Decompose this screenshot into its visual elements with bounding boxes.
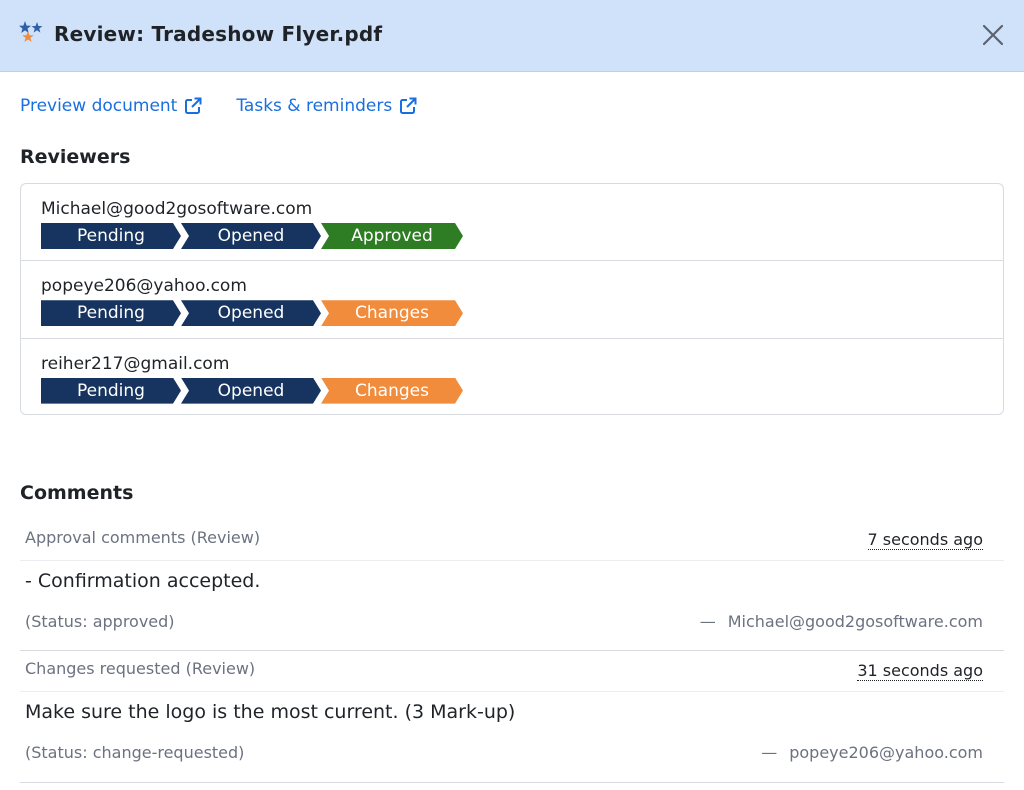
step-opened: Opened <box>181 223 321 249</box>
author-dash: — <box>761 743 778 762</box>
step-changes: Changes <box>321 300 463 327</box>
preview-document-link[interactable]: Preview document <box>20 94 202 118</box>
tasks-reminders-link[interactable]: Tasks & reminders <box>236 94 417 118</box>
reviewer-row: popeye206@yahoo.com Pending Opened Chang… <box>21 261 1003 339</box>
stars-icon <box>19 21 43 42</box>
comment-author: — popeye206@yahoo.com <box>761 743 983 762</box>
review-progress: Pending Opened Changes <box>41 377 1003 404</box>
author-dash: — <box>699 612 716 631</box>
comment-divider <box>20 560 1004 561</box>
review-progress: Pending Opened Changes <box>41 300 1003 327</box>
comment-timestamp[interactable]: 31 seconds ago <box>857 662 983 681</box>
comment-item: Changes requested (Review) 31 seconds ag… <box>20 651 1004 783</box>
comment-divider <box>20 691 1004 692</box>
reviewers-list: Michael@good2gosoftware.com Pending Open… <box>20 183 1004 415</box>
external-link-icon <box>400 97 417 114</box>
step-approved: Approved <box>321 223 463 249</box>
comment-item: Approval comments (Review) 7 seconds ago… <box>20 520 1004 651</box>
reviewer-email: popeye206@yahoo.com <box>41 276 247 297</box>
review-progress: Pending Opened Approved <box>41 223 1003 249</box>
step-pending: Pending <box>41 300 181 327</box>
author-email: popeye206@yahoo.com <box>789 743 983 762</box>
dialog-title: Review: Tradeshow Flyer.pdf <box>54 22 383 46</box>
step-pending: Pending <box>41 223 181 249</box>
tasks-reminders-label: Tasks & reminders <box>236 96 393 116</box>
close-button[interactable] <box>976 18 1010 52</box>
reviewer-email: reiher217@gmail.com <box>41 353 230 374</box>
step-changes: Changes <box>321 377 463 404</box>
comment-heading: Approval comments (Review) <box>25 528 261 547</box>
comment-author: — Michael@good2gosoftware.com <box>700 612 983 631</box>
comment-heading: Changes requested (Review) <box>25 659 256 678</box>
step-opened: Opened <box>181 377 321 404</box>
step-opened: Opened <box>181 300 321 327</box>
comment-status: (Status: approved) <box>25 612 175 631</box>
reviewer-email: Michael@good2gosoftware.com <box>41 199 313 219</box>
step-pending: Pending <box>41 377 181 404</box>
comment-body: Make sure the logo is the most current. … <box>25 701 516 723</box>
action-links: Preview document Tasks & reminders <box>20 94 417 118</box>
external-link-icon <box>185 97 202 114</box>
preview-document-label: Preview document <box>20 96 178 116</box>
comment-timestamp[interactable]: 7 seconds ago <box>867 531 983 550</box>
comment-status: (Status: change-requested) <box>25 743 245 762</box>
reviewer-row: Michael@good2gosoftware.com Pending Open… <box>21 184 1003 262</box>
author-email: Michael@good2gosoftware.com <box>727 612 983 631</box>
dialog-header: Review: Tradeshow Flyer.pdf <box>0 0 1024 72</box>
comment-body: - Confirmation accepted. <box>25 570 261 592</box>
reviewer-row: reiher217@gmail.com Pending Opened Chang… <box>21 339 1003 414</box>
close-icon <box>982 24 1004 46</box>
reviewers-heading: Reviewers <box>20 146 131 168</box>
comments-heading: Comments <box>20 482 134 504</box>
